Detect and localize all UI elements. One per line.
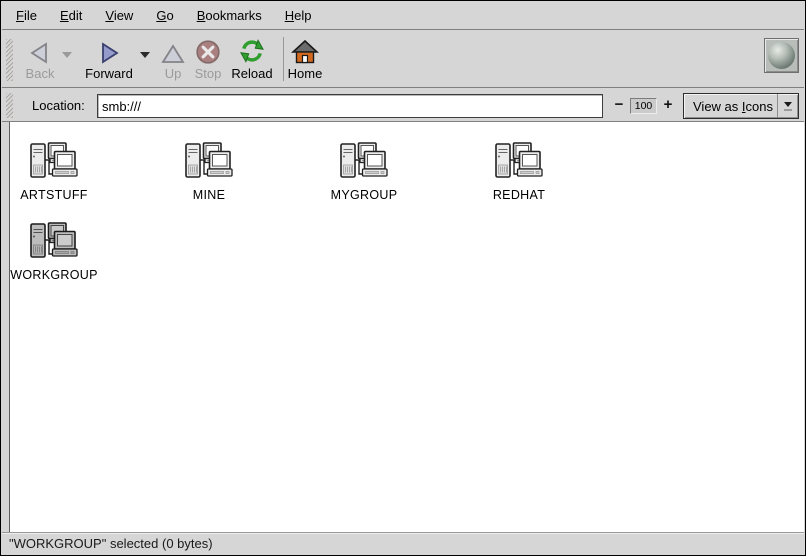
combo-dropdown-arrow[interactable] <box>777 94 798 118</box>
item-label: WORKGROUP <box>0 268 119 282</box>
stop-button: Stop <box>188 35 228 81</box>
back-button: Back <box>16 35 64 81</box>
status-text: "WORKGROUP" selected (0 bytes) <box>9 536 213 551</box>
file-item-mine[interactable]: MINE <box>144 141 274 202</box>
forward-button[interactable]: Forward <box>80 35 138 81</box>
menubar: File Edit View Go Bookmarks Help <box>2 2 804 30</box>
back-history-dropdown <box>60 51 74 61</box>
forward-history-dropdown[interactable] <box>138 51 152 61</box>
back-triangle-icon <box>16 35 64 65</box>
view-as-combo[interactable]: View as Icons <box>683 93 799 119</box>
status-bar: "WORKGROUP" selected (0 bytes) <box>2 532 804 554</box>
reload-icon <box>224 35 280 65</box>
nautilus-window: File Edit View Go Bookmarks Help Back Fo… <box>0 0 806 556</box>
forward-triangle-icon <box>80 35 138 65</box>
file-item-workgroup[interactable]: WORKGROUP <box>0 221 119 282</box>
location-bar: Location: − 100 + View as Icons <box>2 89 804 122</box>
home-button[interactable]: Home <box>283 35 327 81</box>
network-workgroup-icon <box>454 141 584 187</box>
triangle-down-icon <box>784 102 792 107</box>
location-input[interactable] <box>97 94 603 118</box>
zoom-in-button[interactable]: + <box>660 95 676 115</box>
toolbar: Back Forward Up Stop <box>2 31 804 88</box>
up-button: Up <box>155 35 191 81</box>
menu-edit[interactable]: Edit <box>55 5 87 26</box>
icon-view[interactable]: ARTSTUFF MINE MYGROUP REDHAT WORKGROUP <box>9 122 804 533</box>
home-icon <box>283 35 327 65</box>
up-triangle-icon <box>155 35 191 65</box>
item-label: MYGROUP <box>299 188 429 202</box>
menu-bookmarks[interactable]: Bookmarks <box>192 5 267 26</box>
file-item-redhat[interactable]: REDHAT <box>454 141 584 202</box>
zoom-level: 100 <box>630 98 657 114</box>
toolbar-grip[interactable] <box>6 39 13 81</box>
file-item-mygroup[interactable]: MYGROUP <box>299 141 429 202</box>
throbber <box>764 38 799 73</box>
chevron-down-icon <box>140 51 151 59</box>
stop-icon <box>188 35 228 65</box>
view-as-label: View as Icons <box>684 99 777 114</box>
globe-sphere-icon <box>768 42 795 69</box>
menu-help[interactable]: Help <box>280 5 317 26</box>
locationbar-grip[interactable] <box>6 93 13 118</box>
reload-button[interactable]: Reload <box>224 35 280 81</box>
menu-view[interactable]: View <box>100 5 138 26</box>
network-workgroup-icon <box>0 221 119 267</box>
network-workgroup-icon <box>144 141 274 187</box>
network-workgroup-icon <box>299 141 429 187</box>
file-item-artstuff[interactable]: ARTSTUFF <box>0 141 119 202</box>
zoom-out-button[interactable]: − <box>611 95 627 115</box>
item-label: ARTSTUFF <box>0 188 119 202</box>
menu-file[interactable]: File <box>11 5 42 26</box>
item-label: REDHAT <box>454 188 584 202</box>
chevron-down-icon <box>62 51 73 59</box>
item-label: MINE <box>144 188 274 202</box>
location-label: Location: <box>32 98 85 113</box>
network-workgroup-icon <box>0 141 119 187</box>
menu-go[interactable]: Go <box>151 5 178 26</box>
